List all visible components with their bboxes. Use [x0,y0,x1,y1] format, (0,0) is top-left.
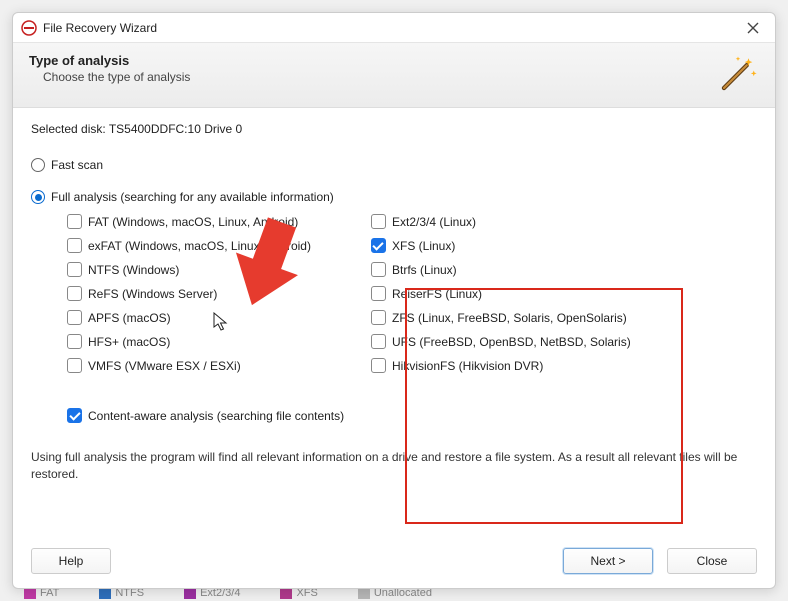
fs-checkbox-ntfs[interactable]: NTFS (Windows) [67,262,311,277]
checkbox-icon [67,262,82,277]
file-recovery-wizard-dialog: File Recovery Wizard Type of analysis Ch… [12,12,776,589]
checkbox-icon [371,262,386,277]
fs-checkbox-refs[interactable]: ReFS (Windows Server) [67,286,311,301]
radio-icon [31,158,45,172]
checkbox-icon [67,214,82,229]
fs-checkbox-zfs[interactable]: ZFS (Linux, FreeBSD, Solaris, OpenSolari… [371,310,631,325]
fs-checkbox-apfs[interactable]: APFS (macOS) [67,310,311,325]
fs-checkbox-ext[interactable]: Ext2/3/4 (Linux) [371,214,631,229]
fs-checkbox-hikvisionfs[interactable]: HikvisionFS (Hikvision DVR) [371,358,631,373]
checkbox-icon [67,358,82,373]
titlebar: File Recovery Wizard [13,13,775,43]
checkbox-icon [67,238,82,253]
full-analysis-radio[interactable]: Full analysis (searching for any availab… [31,190,757,204]
app-icon [21,20,37,36]
checkbox-icon [371,286,386,301]
content-aware-label: Content-aware analysis (searching file c… [88,409,344,423]
close-button[interactable]: Close [667,548,757,574]
filesystem-column-right: Ext2/3/4 (Linux) XFS (Linux) Btrfs (Linu… [371,214,631,382]
fs-checkbox-vmfs[interactable]: VMFS (VMware ESX / ESXi) [67,358,311,373]
next-button[interactable]: Next > [563,548,653,574]
full-analysis-label: Full analysis (searching for any availab… [51,190,334,204]
checkbox-icon [371,310,386,325]
wizard-subtitle: Choose the type of analysis [43,70,717,84]
fs-checkbox-reiserfs[interactable]: ReiserFS (Linux) [371,286,631,301]
checkbox-icon [67,310,82,325]
wizard-button-bar: Help Next > Close [13,538,775,588]
close-icon[interactable] [739,17,767,39]
checkbox-icon [371,238,386,253]
checkbox-icon [371,334,386,349]
selected-disk-label: Selected disk: TS5400DDFC:10 Drive 0 [31,122,757,136]
checkbox-icon [67,334,82,349]
fs-checkbox-exfat[interactable]: exFAT (Windows, macOS, Linux, Android) [67,238,311,253]
fs-checkbox-fat[interactable]: FAT (Windows, macOS, Linux, Android) [67,214,311,229]
filesystem-options: FAT (Windows, macOS, Linux, Android) exF… [67,214,757,382]
checkbox-icon [67,286,82,301]
fs-checkbox-ufs[interactable]: UFS (FreeBSD, OpenBSD, NetBSD, Solaris) [371,334,631,349]
wizard-title: Type of analysis [29,53,717,68]
checkbox-icon [67,408,82,423]
radio-icon [31,190,45,204]
filesystem-column-left: FAT (Windows, macOS, Linux, Android) exF… [67,214,311,382]
content-aware-checkbox[interactable]: Content-aware analysis (searching file c… [67,408,757,423]
help-button[interactable]: Help [31,548,111,574]
fs-checkbox-xfs[interactable]: XFS (Linux) [371,238,631,253]
wizard-content: Selected disk: TS5400DDFC:10 Drive 0 Fas… [13,108,775,538]
magic-wand-icon [717,53,759,95]
fs-checkbox-btrfs[interactable]: Btrfs (Linux) [371,262,631,277]
fast-scan-label: Fast scan [51,158,103,172]
fast-scan-radio[interactable]: Fast scan [31,158,757,172]
window-title: File Recovery Wizard [43,21,739,35]
checkbox-icon [371,214,386,229]
wizard-header: Type of analysis Choose the type of anal… [13,43,775,108]
checkbox-icon [371,358,386,373]
analysis-description: Using full analysis the program will fin… [31,449,757,484]
fs-checkbox-hfsplus[interactable]: HFS+ (macOS) [67,334,311,349]
